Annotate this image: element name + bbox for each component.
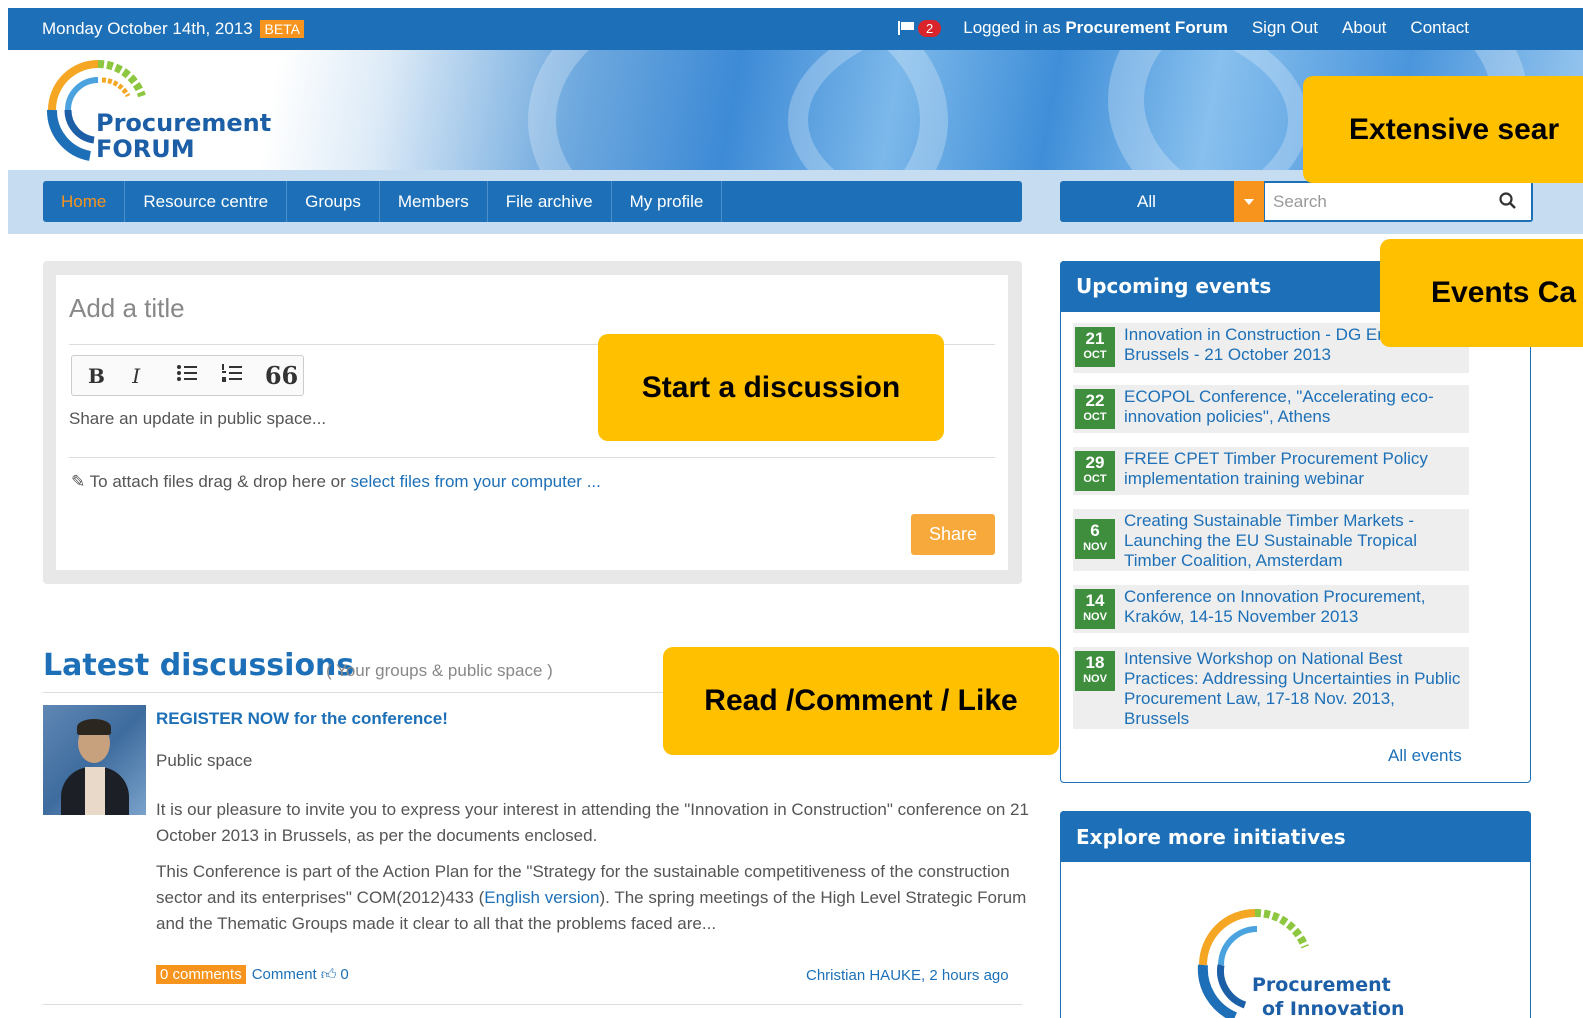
- pi-logo-line1: Procurement: [1252, 974, 1391, 996]
- avatar-hair: [77, 719, 111, 735]
- nav-item-groups[interactable]: Groups: [287, 181, 380, 222]
- event-date: 14 NOV: [1075, 589, 1115, 629]
- event-month: NOV: [1083, 673, 1107, 685]
- notification-badge[interactable]: 2: [918, 19, 942, 37]
- event-item[interactable]: 6 NOV Creating Sustainable Timber Markets…: [1073, 509, 1469, 571]
- sign-out-link[interactable]: Sign Out: [1252, 18, 1318, 38]
- event-day: 6: [1090, 521, 1100, 540]
- pi-logo-line2: of Innovation: [1262, 998, 1405, 1018]
- event-item[interactable]: 14 NOV Conference on Innovation Procureme…: [1073, 585, 1469, 633]
- event-month: NOV: [1083, 541, 1107, 553]
- event-day: 22: [1085, 391, 1105, 410]
- about-link[interactable]: About: [1342, 18, 1386, 38]
- post-paragraph: This Conference is part of the Action Pl…: [156, 859, 1036, 937]
- event-day: 18: [1085, 653, 1105, 672]
- event-day: 14: [1085, 591, 1105, 610]
- post-meta: 0 comments Comment 👍︎ 0: [156, 965, 349, 984]
- event-month: OCT: [1083, 473, 1107, 485]
- like-count: 0: [340, 966, 349, 983]
- thumbs-up-icon[interactable]: 👍︎: [321, 966, 337, 984]
- comment-link[interactable]: Comment: [252, 966, 317, 983]
- title-input[interactable]: Add a title: [69, 293, 185, 324]
- event-date: 29 OCT: [1075, 451, 1115, 491]
- main-nav: Home Resource centre Groups Members File…: [43, 181, 1022, 222]
- paperclip-icon: ✎: [71, 472, 86, 491]
- event-item[interactable]: 18 NOV Intensive Workshop on National Bes…: [1073, 647, 1469, 729]
- top-bar-right: 2 Logged in as Procurement Forum Sign Ou…: [898, 18, 1493, 38]
- event-date: 18 NOV: [1075, 651, 1115, 691]
- chevron-down-icon[interactable]: [1234, 181, 1264, 222]
- beta-badge: BETA: [260, 20, 305, 38]
- username[interactable]: Procurement Forum: [1065, 18, 1227, 37]
- avatar[interactable]: [43, 705, 146, 815]
- english-version-link[interactable]: English version: [484, 888, 599, 907]
- latest-discussions-subheading: ( Your groups & public space ): [326, 661, 553, 680]
- select-files-link[interactable]: select files from your computer ...: [351, 472, 601, 491]
- post-paragraph: It is our pleasure to invite you to expr…: [156, 800, 1029, 845]
- bullet-list-icon[interactable]: [170, 363, 214, 389]
- contact-link[interactable]: Contact: [1410, 18, 1469, 38]
- divider: [69, 457, 995, 458]
- share-button[interactable]: Share: [911, 514, 995, 555]
- event-month: OCT: [1083, 411, 1107, 423]
- post-time: , 2 hours ago: [921, 967, 1009, 984]
- search-scope-select[interactable]: All: [1060, 181, 1233, 222]
- nav-item-members[interactable]: Members: [380, 181, 488, 222]
- event-item[interactable]: 29 OCT FREE CPET Timber Procurement Polic…: [1073, 447, 1469, 495]
- callout-read-comment-like: Read /Comment / Like: [663, 647, 1059, 755]
- attach-area[interactable]: ✎ To attach files drag & drop here or se…: [71, 472, 601, 492]
- post-title-link[interactable]: REGISTER NOW for the conference!: [156, 709, 448, 729]
- search-bar: All: [1060, 181, 1533, 222]
- top-bar: Monday October 14th, 2013 BETA 2 Logged …: [8, 8, 1583, 50]
- event-day: 29: [1085, 453, 1105, 472]
- body-input[interactable]: Share an update in public space...: [69, 409, 326, 429]
- event-title-link[interactable]: FREE CPET Timber Procurement Policy impl…: [1124, 449, 1464, 489]
- avatar-shirt: [85, 767, 105, 815]
- editor-toolbar: B I 66: [71, 355, 304, 396]
- attach-text: To attach files drag & drop here or: [89, 472, 346, 491]
- event-title-link[interactable]: Conference on Innovation Procurement, Kr…: [1124, 587, 1464, 627]
- post-space: Public space: [156, 751, 253, 770]
- numbered-list-icon[interactable]: [215, 363, 259, 389]
- comments-count-badge[interactable]: 0 comments: [156, 965, 246, 984]
- all-events-link[interactable]: All events: [1388, 746, 1462, 766]
- event-title-link[interactable]: Intensive Workshop on National Best Prac…: [1124, 649, 1464, 729]
- logged-in-label: Logged in as Procurement Forum: [963, 18, 1228, 38]
- callout-search: Extensive sear: [1303, 76, 1583, 183]
- callout-events: Events Ca: [1380, 239, 1583, 347]
- event-month: NOV: [1083, 611, 1107, 623]
- author-link[interactable]: Christian HAUKE: [806, 967, 921, 984]
- event-date: 21 OCT: [1075, 327, 1115, 367]
- search-icon[interactable]: [1498, 191, 1518, 211]
- quote-button[interactable]: 66: [259, 361, 303, 390]
- nav-item-file-archive[interactable]: File archive: [488, 181, 612, 222]
- event-date: 6 NOV: [1075, 519, 1115, 559]
- post-author: Christian HAUKE, 2 hours ago: [806, 967, 1009, 984]
- logo-line1: Procurement: [96, 109, 272, 137]
- event-month: OCT: [1083, 349, 1107, 361]
- event-date: 22 OCT: [1075, 389, 1115, 429]
- date-text: Monday October 14th, 2013: [42, 19, 253, 38]
- search-input[interactable]: [1265, 183, 1531, 220]
- post-body: It is our pleasure to invite you to expr…: [156, 797, 1036, 947]
- nav-item-my-profile[interactable]: My profile: [612, 181, 723, 222]
- latest-discussions-heading: Latest discussions: [43, 648, 355, 683]
- nav-item-resource-centre[interactable]: Resource centre: [125, 181, 288, 222]
- nav-item-home[interactable]: Home: [43, 181, 126, 222]
- event-day: 21: [1085, 329, 1105, 348]
- callout-start-discussion: Start a discussion: [598, 334, 944, 441]
- event-title-link[interactable]: Creating Sustainable Timber Markets - La…: [1124, 511, 1464, 571]
- divider: [43, 1004, 1022, 1005]
- date-label: Monday October 14th, 2013 BETA: [42, 19, 305, 39]
- bold-button[interactable]: B: [82, 364, 126, 388]
- logged-in-prefix: Logged in as: [963, 18, 1061, 37]
- italic-button[interactable]: I: [126, 364, 170, 388]
- flag-icon[interactable]: [898, 21, 914, 35]
- logo-line2: FORUM: [96, 135, 195, 163]
- explore-initiatives-heading: Explore more initiatives: [1060, 811, 1531, 862]
- event-item[interactable]: 22 OCT ECOPOL Conference, "Accelerating e…: [1073, 385, 1469, 433]
- event-title-link[interactable]: ECOPOL Conference, "Accelerating eco-inn…: [1124, 387, 1464, 427]
- logo-text: Procurement FORUM: [96, 110, 271, 162]
